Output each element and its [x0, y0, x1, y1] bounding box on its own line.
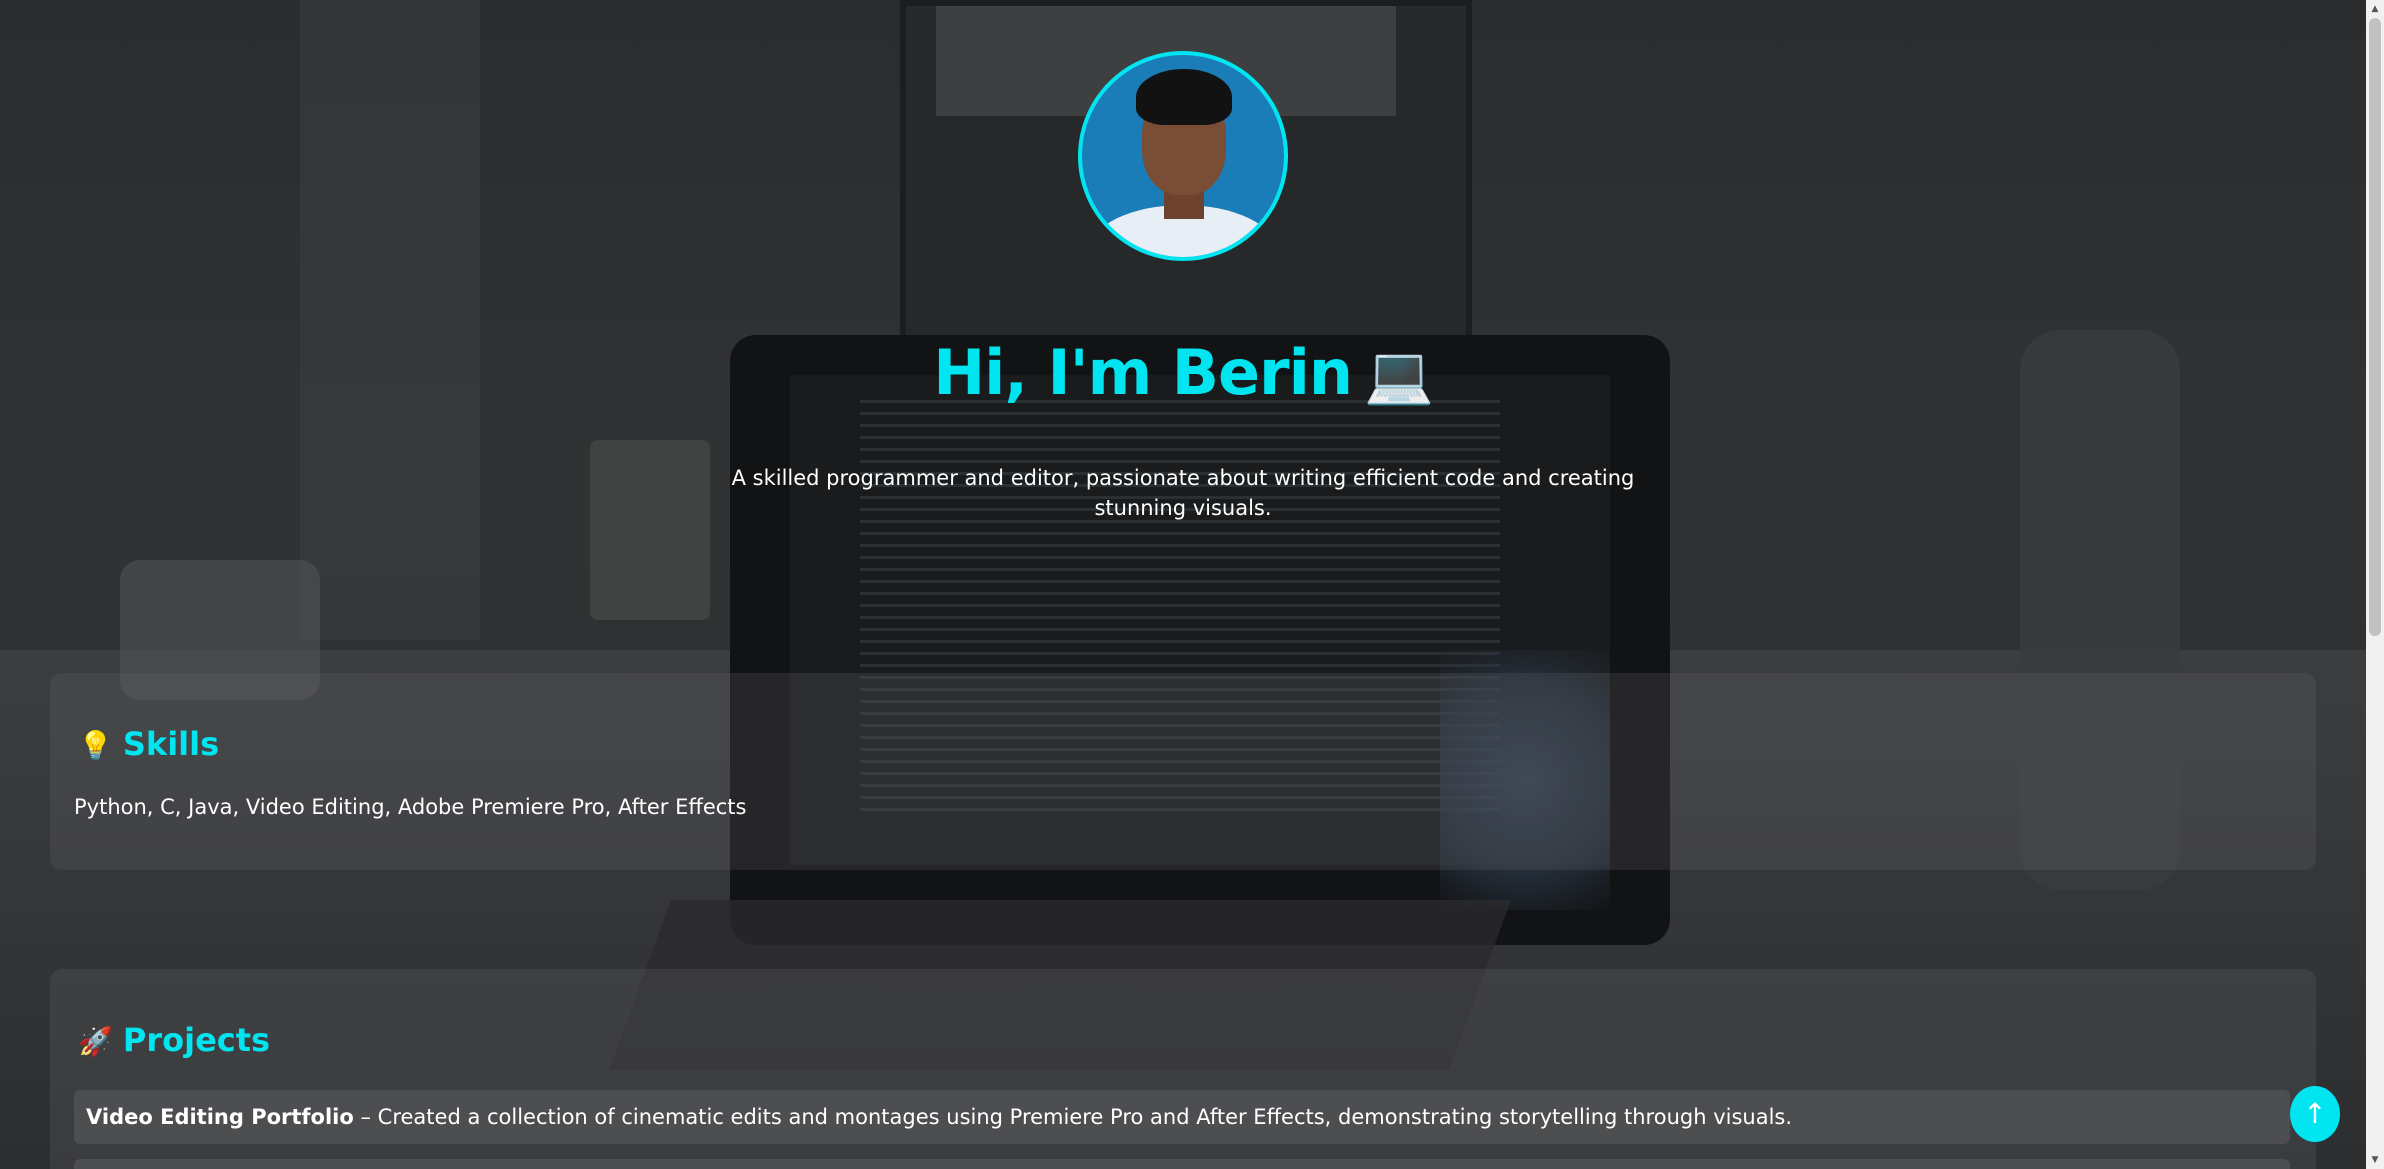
project-name: Video Editing Portfolio: [86, 1105, 354, 1129]
skills-list: Python, C, Java, Video Editing, Adobe Pr…: [74, 795, 747, 819]
skills-heading: 💡 Skills: [78, 725, 219, 763]
skills-section: 💡 Skills Python, C, Java, Video Editing, …: [50, 673, 2316, 870]
scroll-to-top-button[interactable]: ↑: [2290, 1086, 2340, 1142]
projects-section: 🚀 Projects Video Editing Portfolio – Crea…: [50, 969, 2316, 1169]
scrollbar-thumb[interactable]: [2369, 18, 2381, 636]
laptop-icon: 💻: [1364, 343, 1434, 408]
background-window: [300, 0, 480, 640]
rocket-icon: 🚀: [78, 1025, 113, 1058]
profile-avatar: [1078, 51, 1288, 261]
projects-heading: 🚀 Projects: [78, 1021, 270, 1059]
project-item: [74, 1159, 2290, 1169]
hero-tagline: A skilled programmer and editor, passion…: [731, 466, 1635, 520]
page-scrollbar[interactable]: ▲ ▼: [2366, 0, 2384, 1169]
scrollbar-down-arrow[interactable]: ▼: [2366, 1151, 2384, 1169]
lightbulb-icon: 💡: [78, 729, 113, 762]
projects-heading-text: Projects: [122, 1021, 271, 1059]
skills-heading-text: Skills: [122, 725, 220, 763]
scrollbar-up-arrow[interactable]: ▲: [2366, 0, 2384, 18]
project-description: – Created a collection of cinematic edit…: [353, 1105, 1793, 1129]
project-item: Video Editing Portfolio – Created a coll…: [74, 1090, 2290, 1144]
hero-title-text: Hi, I'm Berin: [933, 336, 1353, 409]
hero-title: Hi, I'm Berin 💻: [0, 336, 2366, 409]
arrow-up-icon: ↑: [2303, 1097, 2327, 1130]
